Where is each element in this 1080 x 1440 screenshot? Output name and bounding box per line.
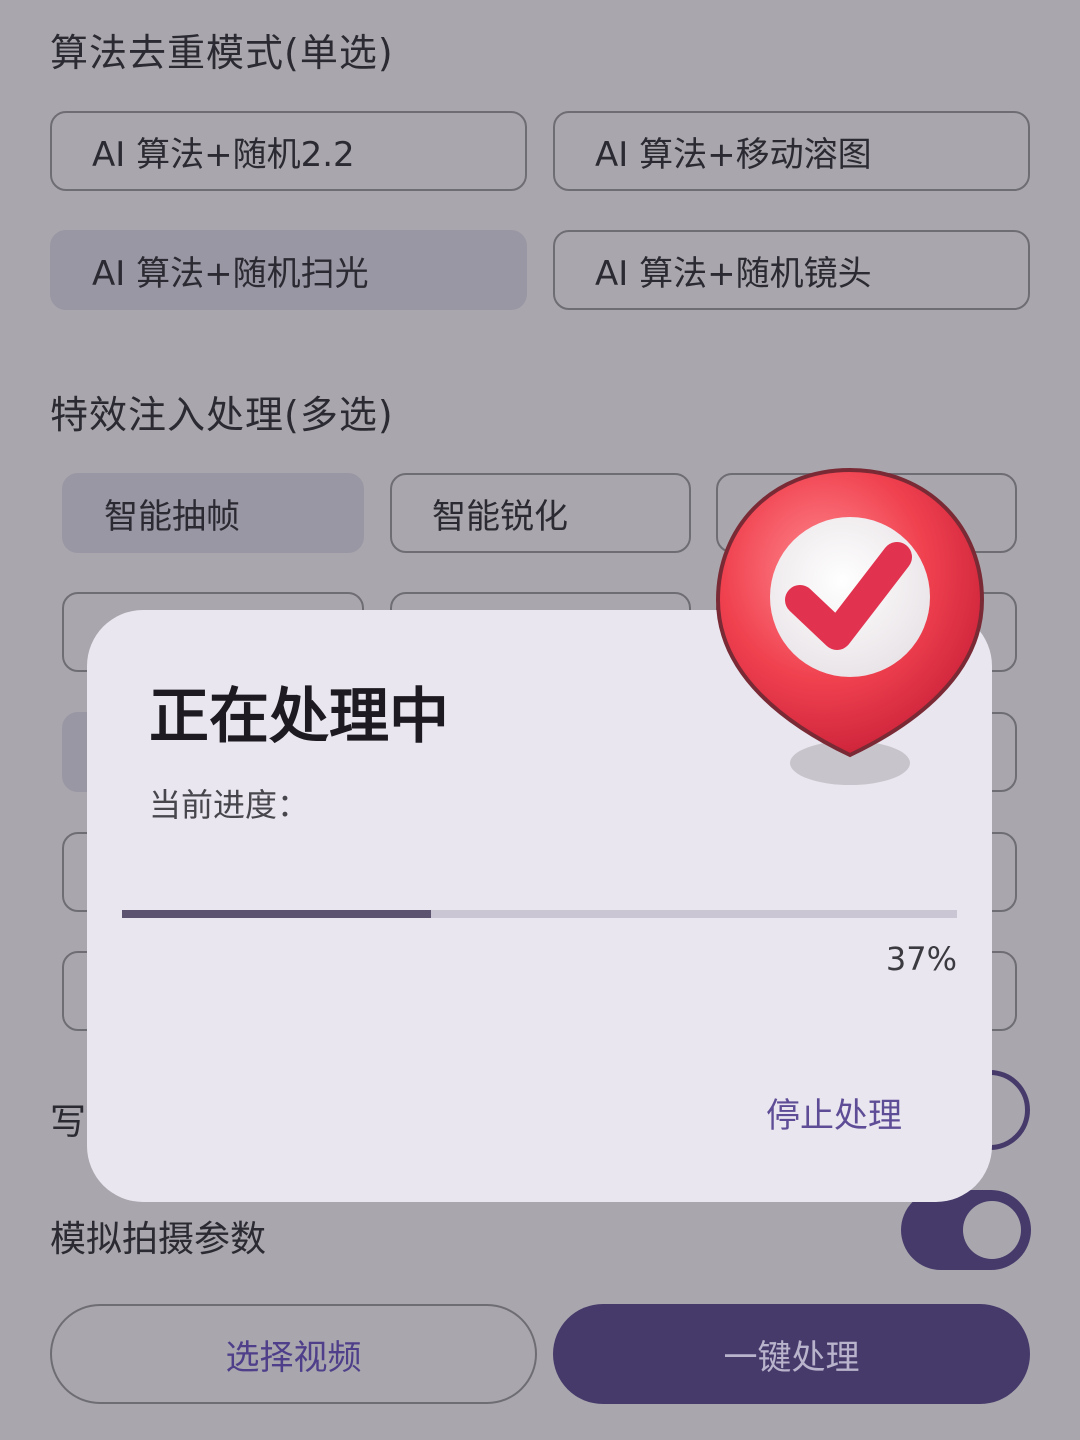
simulate-row-label: 模拟拍摄参数 bbox=[50, 1219, 267, 1260]
effect-smart-frame-extract[interactable]: 智能抽帧 bbox=[62, 473, 364, 553]
option-random-2-2[interactable]: AI 算法+随机2.2 bbox=[50, 111, 527, 191]
select-video-button[interactable]: 选择视频 bbox=[50, 1304, 537, 1404]
section-title-dedup: 算法去重模式(单选) bbox=[50, 31, 394, 75]
progress-label: 当前进度： bbox=[149, 786, 310, 824]
progress-track bbox=[122, 910, 957, 918]
write-row-label: 写 bbox=[50, 1102, 87, 1143]
stop-processing-button[interactable]: 停止处理 bbox=[766, 1088, 902, 1137]
progress-percent: 37% bbox=[885, 940, 957, 978]
one-click-label: 一键处理 bbox=[723, 1337, 860, 1378]
option-random-lens[interactable]: AI 算法+随机镜头 bbox=[553, 230, 1030, 310]
simulate-toggle[interactable] bbox=[901, 1190, 1031, 1270]
progress-fill bbox=[122, 910, 431, 918]
option-label: 智能抽帧 bbox=[104, 496, 240, 537]
option-label: AI 算法+随机扫光 bbox=[92, 253, 369, 294]
select-video-label: 选择视频 bbox=[225, 1337, 362, 1378]
option-label: 智能锐化 bbox=[432, 496, 568, 537]
dialog-title: 正在处理中 bbox=[149, 682, 449, 752]
option-move-blend[interactable]: AI 算法+移动溶图 bbox=[553, 111, 1030, 191]
toggle-knob bbox=[963, 1201, 1021, 1259]
option-label: AI 算法+随机镜头 bbox=[595, 253, 872, 294]
option-random-sweep-light[interactable]: AI 算法+随机扫光 bbox=[50, 230, 527, 310]
section-title-effects: 特效注入处理(多选) bbox=[50, 393, 394, 437]
effect-smart-sharpen[interactable]: 智能锐化 bbox=[390, 473, 691, 553]
check-badge-icon bbox=[712, 465, 992, 795]
option-label: AI 算法+移动溶图 bbox=[595, 134, 872, 175]
option-label: AI 算法+随机2.2 bbox=[92, 134, 355, 175]
one-click-process-button[interactable]: 一键处理 bbox=[553, 1304, 1030, 1404]
